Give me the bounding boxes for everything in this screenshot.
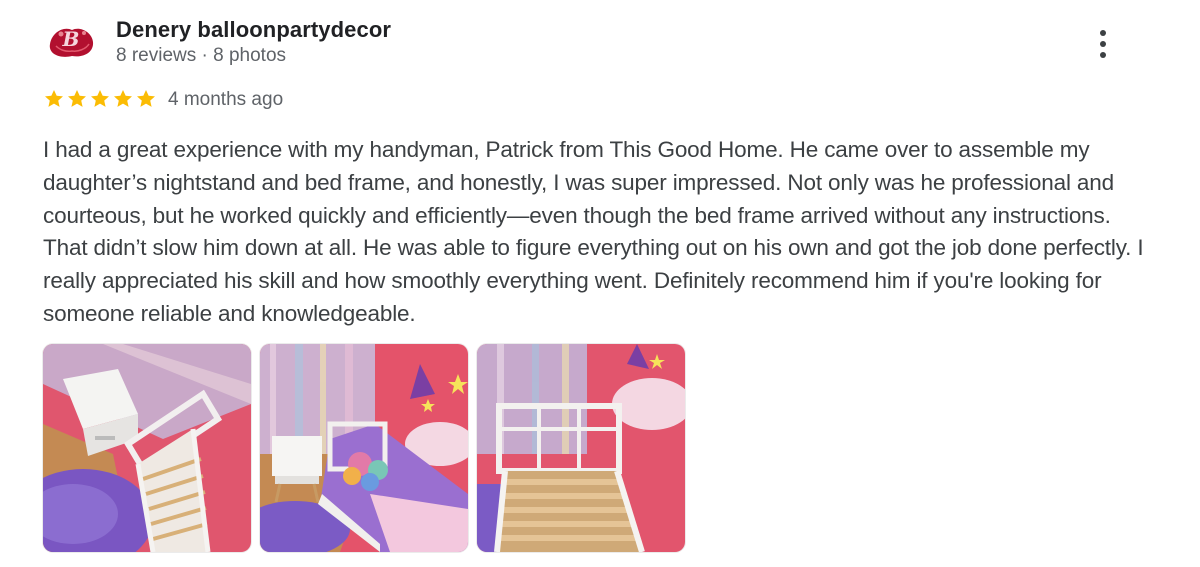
more-vert-icon	[1100, 30, 1106, 36]
review-time: 4 months ago	[168, 89, 284, 110]
review-card: B Denery balloonpartydecor 8 reviews · 8…	[0, 0, 1200, 567]
more-vert-icon-dot	[1100, 41, 1106, 47]
star-rating	[43, 88, 157, 114]
more-options-button[interactable]	[1088, 26, 1118, 62]
review-photo-2[interactable]	[260, 344, 468, 552]
reviewer-avatar[interactable]: B	[46, 22, 96, 62]
star-icon	[114, 90, 132, 107]
svg-text:B: B	[62, 27, 80, 51]
star-icon	[91, 90, 109, 107]
review-text: I had a great experience with my handyma…	[43, 137, 1144, 326]
star-icon	[45, 90, 63, 107]
reviewer-meta: 8 reviews · 8 photos	[116, 45, 287, 66]
reviewer-name[interactable]: Denery balloonpartydecor	[116, 17, 391, 43]
star-icon	[137, 90, 155, 107]
more-vert-icon-dot	[1100, 52, 1106, 58]
star-icon	[68, 90, 86, 107]
review-photo-3[interactable]	[477, 344, 685, 552]
review-photo-1[interactable]	[43, 344, 251, 552]
